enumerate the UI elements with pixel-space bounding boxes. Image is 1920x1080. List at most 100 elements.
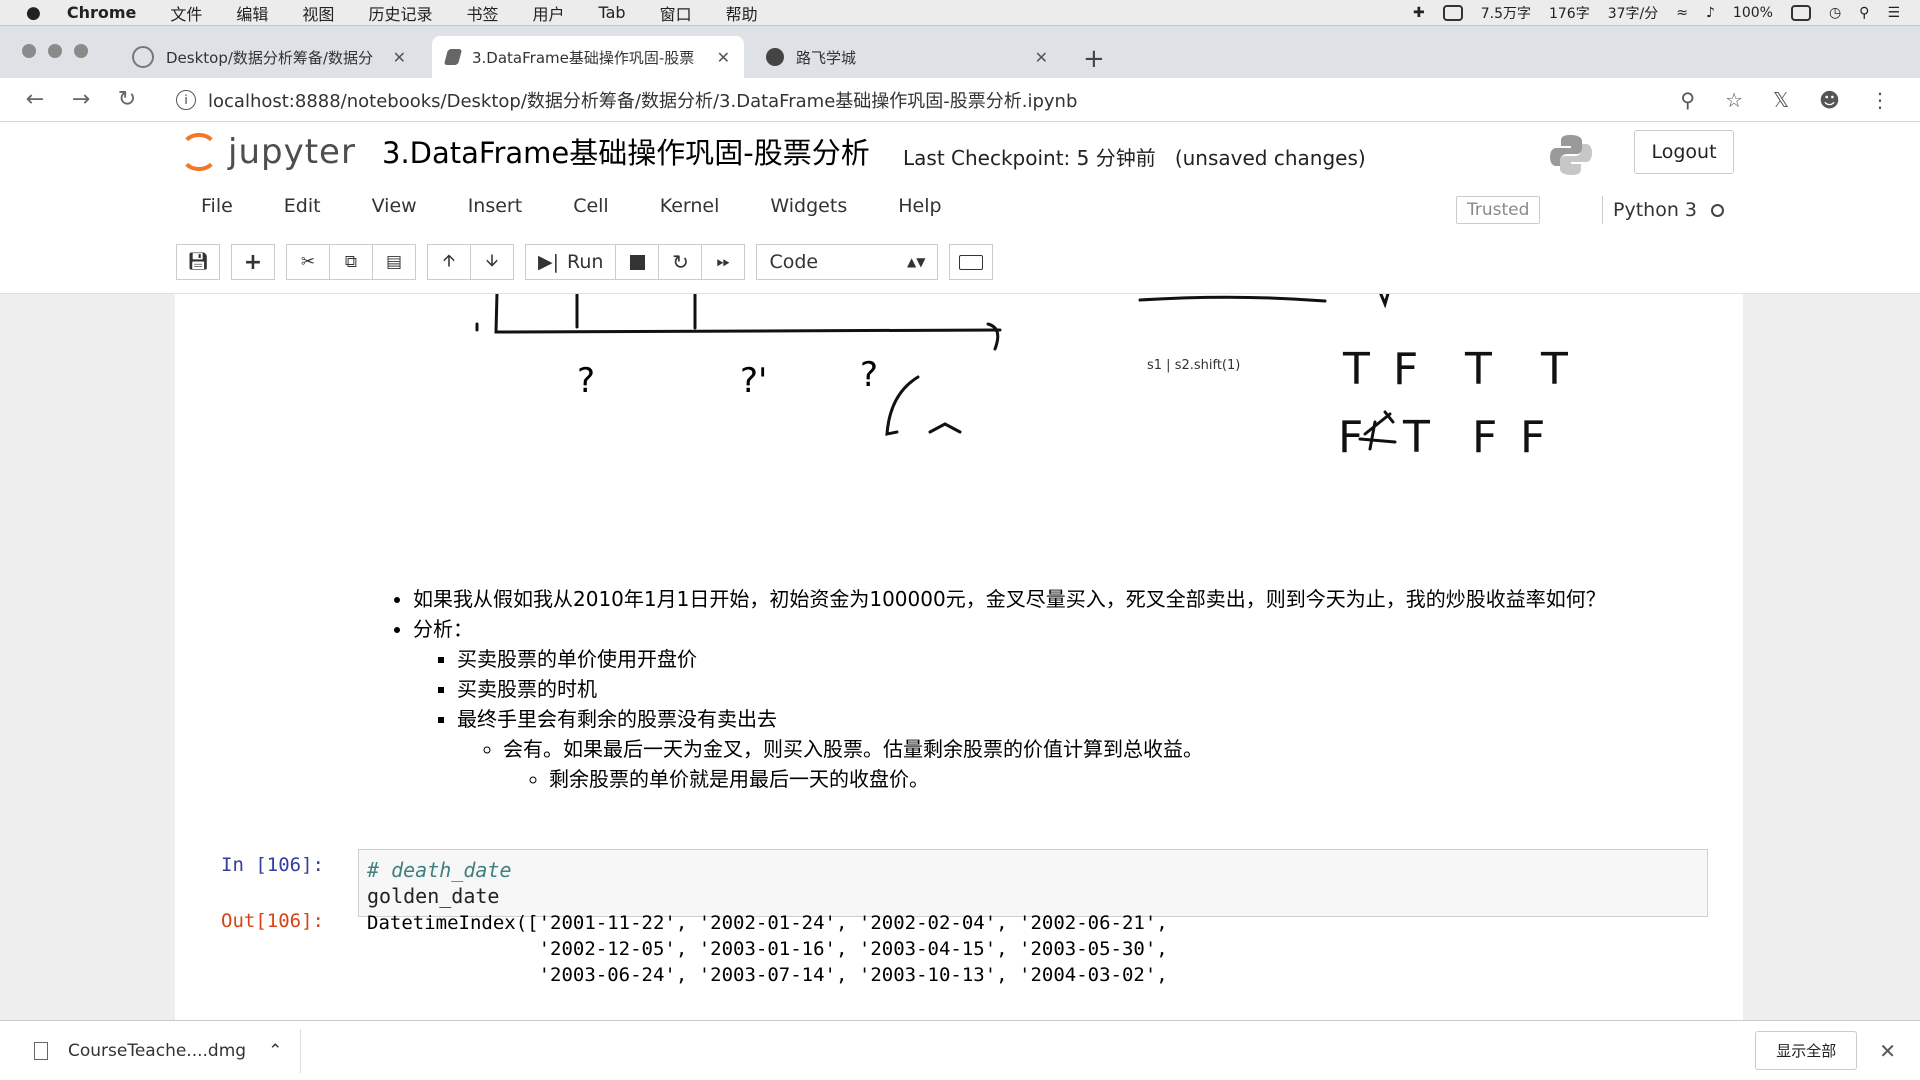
volume-icon[interactable]: ♪: [1706, 5, 1715, 21]
tab-luffy[interactable]: 路飞学城 ✕: [752, 36, 1062, 78]
sketch-t-row-cell: T: [1342, 344, 1370, 395]
zoom-icon[interactable]: ⚲: [1680, 88, 1695, 112]
status-app-icon[interactable]: [1442, 4, 1463, 21]
interrupt-button[interactable]: [615, 244, 660, 280]
url-text: localhost:8888/notebooks/Desktop/数据分析筹备/…: [208, 90, 1078, 112]
jupyter-logo[interactable]: jupyter: [180, 132, 356, 172]
menu-insert[interactable]: Insert: [468, 195, 523, 217]
tab-desktop[interactable]: Desktop/数据分析筹备/数据分 ✕: [118, 36, 420, 78]
menu-tab[interactable]: Tab: [598, 3, 625, 22]
battery-icon[interactable]: [1790, 4, 1811, 21]
copy-button[interactable]: ⧉: [329, 244, 373, 280]
menu-kernel[interactable]: Kernel: [660, 195, 720, 217]
input-prompt: In [106]:: [221, 854, 324, 876]
bullet-text: 最终手里会有剩余的股票没有卖出去: [457, 707, 777, 731]
loading-icon: [132, 46, 154, 68]
output-line: '2002-12-05', '2003-01-16', '2003-04-15'…: [367, 938, 1168, 960]
bullet-text: 如果我从假如我从2010年1月1日开始，初始资金为100000元，金叉尽量买入，…: [413, 587, 1606, 611]
menu-users[interactable]: 用户: [532, 1, 564, 25]
paste-button[interactable]: ▤: [372, 244, 416, 280]
menu-widgets[interactable]: Widgets: [770, 195, 847, 217]
notification-list-icon[interactable]: ☰: [1887, 5, 1900, 21]
clock-icon[interactable]: ◷: [1829, 5, 1841, 21]
save-button[interactable]: 💾︎: [176, 244, 220, 280]
tab-title: Desktop/数据分析筹备/数据分: [166, 48, 373, 67]
address-bar[interactable]: i localhost:8888/notebooks/Desktop/数据分析筹…: [166, 82, 1636, 117]
close-icon[interactable]: ✕: [393, 48, 406, 67]
arrow-down-icon: 🡫: [485, 250, 499, 271]
arrow-up-icon: 🡩: [442, 250, 456, 271]
command-palette-button[interactable]: [949, 244, 994, 280]
wifi-icon[interactable]: ≈: [1676, 5, 1688, 21]
trusted-indicator[interactable]: Trusted: [1456, 196, 1541, 224]
tab-notebook[interactable]: 3.DataFrame基础操作巩固-股票 ✕: [432, 36, 744, 78]
close-window-button[interactable]: [22, 44, 36, 58]
tab-title: 3.DataFrame基础操作巩固-股票: [472, 48, 695, 67]
kernel-indicator[interactable]: Python 3: [1602, 196, 1724, 224]
move-up-button[interactable]: 🡩: [427, 244, 471, 280]
list-item: 最终手里会有剩余的股票没有卖出去 会有。如果最后一天为金叉，则买入股票。估量剩余…: [457, 704, 1893, 794]
menu-view[interactable]: 视图: [302, 1, 334, 25]
code-input-area[interactable]: # death_date golden_date: [358, 849, 1708, 917]
extension-icon[interactable]: 𝕏: [1773, 88, 1789, 112]
logout-button[interactable]: Logout: [1634, 130, 1734, 174]
insert-cell-button[interactable]: +: [231, 244, 275, 280]
apple-icon[interactable]: ●: [26, 3, 41, 23]
reload-icon[interactable]: ↻: [116, 87, 138, 112]
handwritten-sketch: ? ?' ? s1 | s2.shift(1) T F T T F T F F: [475, 294, 1568, 463]
menu-help[interactable]: 帮助: [726, 1, 758, 25]
more-menu-icon[interactable]: ⋮: [1870, 88, 1890, 112]
menu-window[interactable]: 窗口: [660, 1, 692, 25]
menu-file[interactable]: File: [201, 195, 233, 217]
stop-icon: [629, 254, 645, 270]
tab-title: 路飞学城: [796, 48, 857, 67]
show-all-button[interactable]: 显示全部: [1755, 1031, 1858, 1070]
list-item: 买卖股票的时机: [457, 674, 1893, 704]
back-icon[interactable]: ←: [24, 87, 46, 112]
close-icon[interactable]: ✕: [1879, 1039, 1896, 1063]
forward-icon[interactable]: →: [70, 87, 92, 112]
paste-icon: ▤: [385, 252, 403, 272]
chevron-up-icon[interactable]: ⌃: [268, 1041, 282, 1061]
menu-app-name[interactable]: Chrome: [67, 3, 137, 22]
close-icon[interactable]: ✕: [1035, 48, 1048, 67]
browser-tab-strip: Desktop/数据分析筹备/数据分 ✕ 3.DataFrame基础操作巩固-股…: [0, 26, 1920, 78]
menu-file[interactable]: 文件: [170, 1, 202, 25]
select-arrows-icon: ▲▼: [906, 255, 926, 269]
status-area: ✚ 7.5万字 176字 37字/分 ≈ ♪ 100% ◷ ⚲ ☰: [1413, 3, 1900, 23]
menu-edit[interactable]: 编辑: [236, 1, 268, 25]
toolbar-actions: ⚲ ☆ 𝕏 ☻ ⋮: [1680, 88, 1890, 112]
status-words-count: 176字: [1548, 5, 1590, 22]
run-label: Run: [567, 251, 604, 273]
move-down-button[interactable]: 🡫: [470, 244, 514, 280]
crosshair-icon[interactable]: ✚: [1413, 5, 1425, 21]
download-filename: CourseTeache....dmg: [68, 1040, 247, 1061]
restart-run-all-button[interactable]: ⏩︎: [701, 244, 746, 280]
notebook-title[interactable]: 3.DataFrame基础操作巩固-股票分析: [382, 130, 870, 172]
cell-type-select[interactable]: Code ▲▼: [756, 244, 939, 280]
profile-icon[interactable]: ☻: [1819, 88, 1840, 112]
search-icon[interactable]: ⚲: [1859, 5, 1869, 21]
battery-percent: 100%: [1732, 4, 1773, 21]
menu-edit[interactable]: Edit: [284, 195, 321, 217]
menu-view[interactable]: View: [372, 195, 417, 217]
logo-text: jupyter: [228, 132, 356, 172]
window-controls: [22, 44, 88, 58]
markdown-cell[interactable]: 如果我从假如我从2010年1月1日开始，初始资金为100000元，金叉尽量买入，…: [385, 584, 1893, 794]
minimize-window-button[interactable]: [48, 44, 62, 58]
menu-history[interactable]: 历史记录: [368, 1, 432, 25]
info-icon[interactable]: i: [176, 89, 196, 110]
zoom-window-button[interactable]: [74, 44, 88, 58]
download-item[interactable]: CourseTeache....dmg ⌃: [34, 1028, 302, 1073]
restart-button[interactable]: ↻: [658, 244, 703, 280]
menu-cell[interactable]: Cell: [573, 195, 609, 217]
run-button[interactable]: ▶| Run: [525, 244, 617, 280]
menu-help[interactable]: Help: [898, 195, 941, 217]
cut-button[interactable]: ✂: [286, 244, 330, 280]
menu-bookmarks[interactable]: 书签: [466, 1, 498, 25]
close-icon[interactable]: ✕: [717, 48, 730, 67]
bullet-text: 会有。如果最后一天为金叉，则买入股票。估量剩余股票的价值计算到总收益。: [503, 737, 1203, 761]
new-tab-button[interactable]: +: [1083, 44, 1105, 74]
bookmark-star-icon[interactable]: ☆: [1725, 88, 1743, 112]
bullet-text: 分析：: [413, 617, 473, 641]
